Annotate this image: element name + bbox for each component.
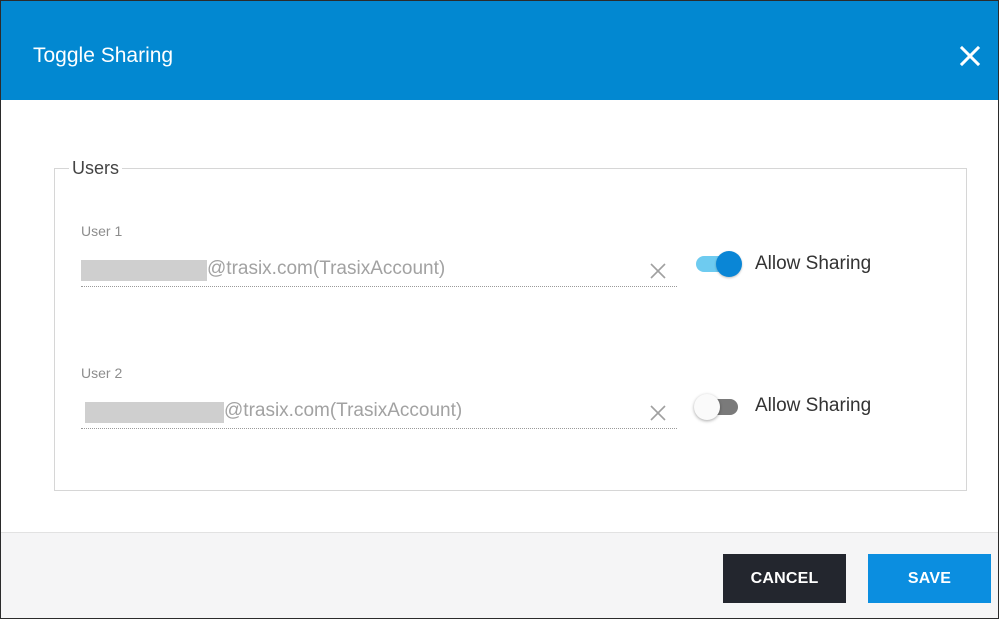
user-2-value: @trasix.com(TrasixAccount) [224, 400, 463, 421]
toggle-sharing-dialog: Toggle Sharing Users User 1 @trasix.com(… [0, 0, 999, 619]
cancel-button[interactable]: CANCEL [723, 554, 846, 603]
dialog-header: Toggle Sharing [1, 1, 998, 100]
toggle-knob [694, 394, 720, 420]
user-1-field[interactable]: @trasix.com(TrasixAccount) [81, 254, 677, 287]
redacted-username [81, 260, 207, 281]
dialog-title: Toggle Sharing [33, 44, 174, 67]
dialog-footer: CANCEL SAVE [1, 532, 998, 618]
close-icon[interactable] [957, 43, 983, 69]
clear-icon[interactable] [648, 261, 668, 281]
save-button[interactable]: SAVE [868, 554, 991, 603]
clear-icon[interactable] [648, 403, 668, 423]
user-1-value: @trasix.com(TrasixAccount) [207, 258, 446, 279]
allow-sharing-label-user-2: Allow Sharing [755, 395, 872, 416]
toggle-knob [716, 251, 742, 277]
allow-sharing-toggle-user-1[interactable] [692, 250, 742, 278]
user-1-label: User 1 [81, 223, 123, 239]
redacted-username [85, 402, 224, 423]
users-legend: Users [72, 158, 120, 178]
allow-sharing-label-user-1: Allow Sharing [755, 253, 872, 274]
user-2-field[interactable]: @trasix.com(TrasixAccount) [81, 396, 677, 429]
allow-sharing-toggle-user-2[interactable] [694, 393, 744, 421]
user-2-label: User 2 [81, 365, 123, 381]
users-fieldset: Users User 1 @trasix.com(TrasixAccount) … [54, 158, 967, 491]
